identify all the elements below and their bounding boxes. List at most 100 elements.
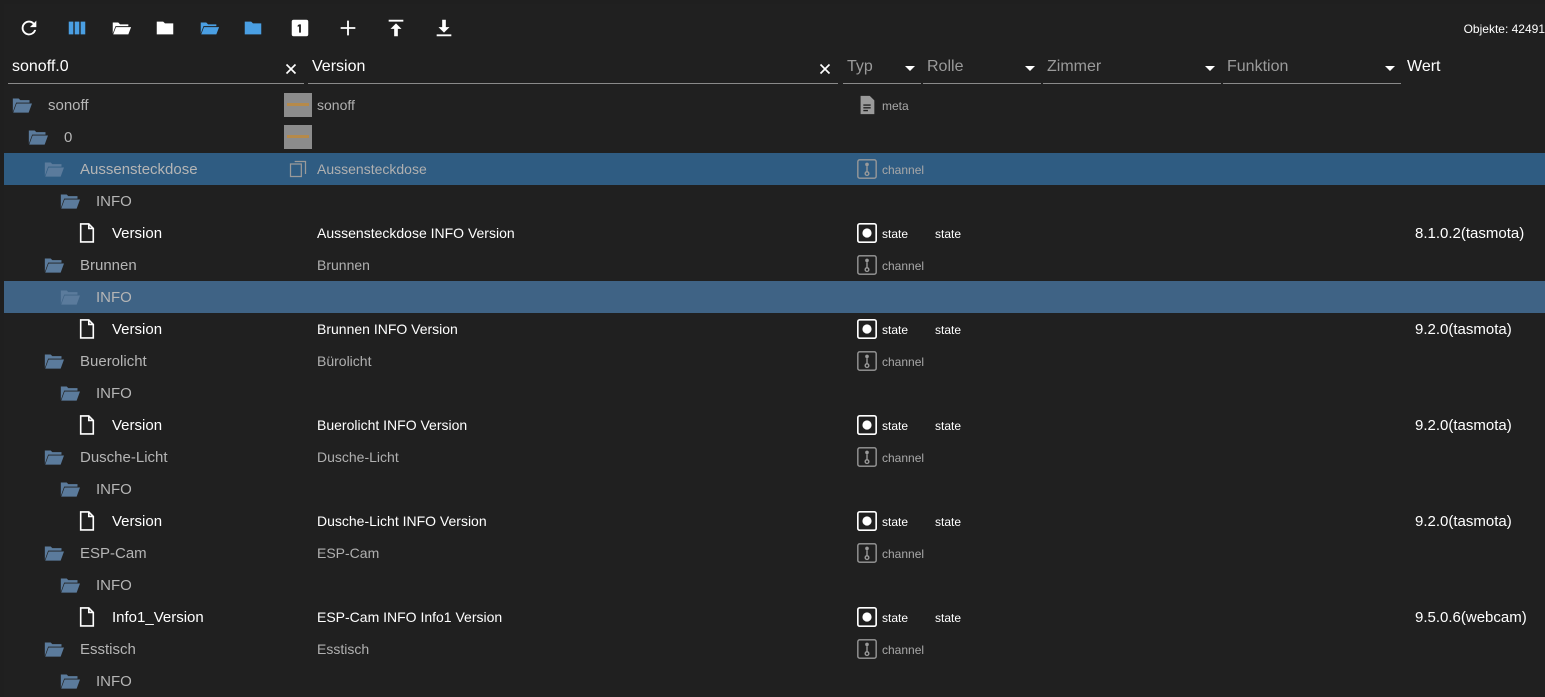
row-value[interactable]: 8.1.0.2(tasmota) [1415, 225, 1524, 242]
row-name: INFO [96, 193, 132, 210]
row-value[interactable]: 9.2.0(tasmota) [1415, 321, 1512, 338]
name-filter-input[interactable]: Version [308, 54, 838, 84]
table-row[interactable]: Esstisch Esstisch channel [4, 633, 1545, 665]
folder-closed-icon[interactable] [154, 17, 176, 39]
row-type: channel [882, 355, 925, 369]
table-row[interactable]: INFO [4, 569, 1545, 601]
row-title: Brunnen [317, 257, 370, 273]
folder-open-icon[interactable] [110, 17, 132, 39]
table-row[interactable]: INFO [4, 665, 1545, 697]
typ-filter-select[interactable]: Typ [843, 54, 921, 84]
channel-icon [856, 254, 878, 276]
state-icon [856, 222, 878, 244]
folder-open-icon[interactable] [60, 288, 80, 306]
table-row[interactable]: Dusche-Licht Dusche-Licht channel [4, 441, 1545, 473]
plus-icon[interactable] [337, 17, 359, 39]
row-value[interactable]: 9.2.0(tasmota) [1415, 417, 1512, 434]
clear-icon[interactable] [816, 60, 834, 78]
row-name: 0 [64, 129, 73, 146]
folder-open-icon[interactable] [60, 192, 80, 210]
state-icon [856, 414, 878, 436]
wert-column-header: Wert [1407, 58, 1441, 75]
folder-open-icon[interactable] [60, 384, 80, 402]
zimmer-filter-select[interactable]: Zimmer [1043, 54, 1221, 84]
name-filter-value: Version [312, 58, 366, 75]
row-title: Dusche-Licht INFO Version [317, 513, 487, 529]
table-row[interactable]: Version Brunnen INFO Version state state 9.2… [4, 313, 1545, 345]
table-row[interactable]: Version Dusche-Licht INFO Version state sta… [4, 505, 1545, 537]
row-value[interactable]: 9.5.0.6(webcam) [1415, 609, 1527, 626]
folder-open-icon[interactable] [44, 640, 64, 658]
copy-icon[interactable] [288, 159, 308, 179]
state-icon [856, 318, 878, 340]
table-row[interactable]: Version Aussensteckdose INFO Version state… [4, 217, 1545, 249]
table-row[interactable]: INFO [4, 281, 1545, 313]
state-icon [856, 510, 878, 532]
row-name: Version [112, 225, 163, 242]
folder-open-icon[interactable] [12, 96, 32, 114]
row-name: Version [112, 321, 163, 338]
table-row[interactable]: INFO [4, 185, 1545, 217]
table-row[interactable]: ESP-Cam ESP-Cam channel [4, 537, 1545, 569]
folder-open-icon[interactable] [44, 160, 64, 178]
row-value[interactable]: 9.2.0(tasmota) [1415, 513, 1512, 530]
clear-icon[interactable] [282, 60, 300, 78]
meta-icon [856, 94, 878, 116]
columns-icon[interactable] [66, 17, 88, 39]
table-row[interactable]: INFO [4, 377, 1545, 409]
row-type: state [882, 323, 909, 337]
folder-open-icon[interactable] [44, 448, 64, 466]
channel-icon [856, 638, 878, 660]
object-image [284, 125, 312, 149]
file-icon[interactable] [78, 223, 96, 243]
refresh-icon[interactable] [18, 17, 40, 39]
folder-open-blue-icon[interactable] [198, 17, 220, 39]
row-name: Version [112, 513, 163, 530]
table-row[interactable]: Aussensteckdose Aussensteckdose channel [4, 153, 1545, 185]
row-role: state [935, 611, 962, 625]
folder-open-icon[interactable] [44, 256, 64, 274]
id-filter-input[interactable]: sonoff.0 [8, 54, 304, 84]
download-icon[interactable] [433, 17, 455, 39]
object-browser: Objekte: 42491 sonoff.0 Version Typ Roll… [4, 4, 1545, 697]
objects-count: Objekte: 42491 [1463, 22, 1545, 36]
table-row[interactable]: Info1_Version ESP-Cam INFO Info1 Version s… [4, 601, 1545, 633]
folder-open-icon[interactable] [28, 128, 48, 146]
folder-open-icon[interactable] [60, 576, 80, 594]
object-image [284, 93, 312, 117]
funktion-filter-select[interactable]: Funktion [1223, 54, 1401, 84]
folder-open-icon[interactable] [60, 672, 80, 690]
table-row[interactable]: 0 [4, 121, 1545, 153]
file-icon[interactable] [78, 511, 96, 531]
channel-icon [856, 446, 878, 468]
file-icon[interactable] [78, 607, 96, 627]
row-type: state [882, 227, 909, 241]
file-icon[interactable] [78, 319, 96, 339]
table-row[interactable]: Version Buerolicht INFO Version state state… [4, 409, 1545, 441]
chevron-down-icon [1025, 66, 1035, 71]
upload-icon[interactable] [385, 17, 407, 39]
row-type: state [882, 515, 909, 529]
folder-closed-blue-icon[interactable] [242, 17, 264, 39]
channel-icon [856, 158, 878, 180]
row-name: INFO [96, 481, 132, 498]
number-one-icon[interactable] [289, 17, 311, 39]
file-icon[interactable] [78, 415, 96, 435]
row-title: Dusche-Licht [317, 449, 399, 465]
table-row[interactable]: Brunnen Brunnen channel [4, 249, 1545, 281]
row-name: Info1_Version [112, 609, 204, 626]
chevron-down-icon [1385, 66, 1395, 71]
row-name: INFO [96, 577, 132, 594]
table-row[interactable]: INFO [4, 473, 1545, 505]
rolle-filter-label: Rolle [927, 58, 964, 75]
folder-open-icon[interactable] [44, 544, 64, 562]
row-title: ESP-Cam [317, 545, 380, 561]
table-row[interactable]: Buerolicht Bürolicht channel [4, 345, 1545, 377]
rolle-filter-select[interactable]: Rolle [923, 54, 1041, 84]
row-name: Brunnen [80, 257, 137, 274]
folder-open-icon[interactable] [60, 480, 80, 498]
folder-open-icon[interactable] [44, 352, 64, 370]
table-row[interactable]: sonoff sonoff meta [4, 89, 1545, 121]
row-role: state [935, 515, 962, 529]
row-type: channel [882, 259, 925, 273]
